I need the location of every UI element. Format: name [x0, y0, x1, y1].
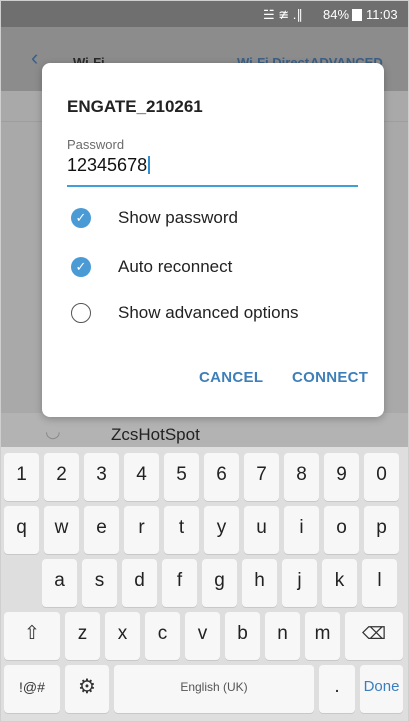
wifi-password-dialog: ENGATE_210261 Password 12345678 ✓ Show p…	[42, 63, 384, 417]
shift-key[interactable]: ⇧	[4, 612, 60, 660]
key-q[interactable]: q	[4, 506, 39, 554]
password-underline	[67, 185, 358, 187]
password-field[interactable]: 12345678	[67, 155, 151, 176]
key-4[interactable]: 4	[124, 453, 159, 501]
phone-screen: ☱ ≇ .∥ 84% 11:03 ‹ Wi-Fi Wi-Fi Direct AD…	[0, 0, 409, 722]
key-e[interactable]: e	[84, 506, 119, 554]
key-6[interactable]: 6	[204, 453, 239, 501]
option-label: Show password	[118, 208, 239, 227]
network-name: ZcsHotSpot	[111, 425, 200, 444]
key-c[interactable]: c	[145, 612, 180, 660]
key-9[interactable]: 9	[324, 453, 359, 501]
checkbox-unchecked-icon[interactable]	[71, 303, 91, 323]
key-5[interactable]: 5	[164, 453, 199, 501]
dialog-title: ENGATE_210261	[67, 97, 203, 116]
key-f[interactable]: f	[162, 559, 197, 607]
dialog-actions: CANCEL CONNECT	[42, 369, 384, 393]
key-1[interactable]: 1	[4, 453, 39, 501]
key-0[interactable]: 0	[364, 453, 399, 501]
option-label: Show advanced options	[118, 303, 299, 322]
key-g[interactable]: g	[202, 559, 237, 607]
key-7[interactable]: 7	[244, 453, 279, 501]
key-8[interactable]: 8	[284, 453, 319, 501]
key-r[interactable]: r	[124, 506, 159, 554]
backspace-key[interactable]: ⌫	[345, 612, 403, 660]
key-3[interactable]: 3	[84, 453, 119, 501]
space-key[interactable]: English (UK)	[114, 665, 314, 713]
key-i[interactable]: i	[284, 506, 319, 554]
keyboard-settings-icon[interactable]: ⚙	[65, 665, 109, 713]
clock: 11:03	[366, 7, 398, 22]
key-b[interactable]: b	[225, 612, 260, 660]
password-label: Password	[67, 137, 125, 152]
status-bar: ☱ ≇ .∥ 84% 11:03	[1, 1, 408, 27]
key-s[interactable]: s	[82, 559, 117, 607]
key-a[interactable]: a	[42, 559, 77, 607]
key-u[interactable]: u	[244, 506, 279, 554]
network-item[interactable]: ◡ ZcsHotSpot	[1, 413, 408, 449]
key-l[interactable]: l	[362, 559, 397, 607]
key-v[interactable]: v	[185, 612, 220, 660]
key-k[interactable]: k	[322, 559, 357, 607]
key-t[interactable]: t	[164, 506, 199, 554]
key-h[interactable]: h	[242, 559, 277, 607]
battery-icon	[352, 9, 362, 21]
key-2[interactable]: 2	[44, 453, 79, 501]
key-y[interactable]: y	[204, 506, 239, 554]
checkbox-checked-icon[interactable]: ✓	[71, 257, 91, 277]
cancel-button[interactable]: CANCEL	[199, 369, 263, 386]
checkbox-checked-icon[interactable]: ✓	[71, 208, 91, 228]
key-d[interactable]: d	[122, 559, 157, 607]
wifi-signal-icon: ◡	[45, 421, 61, 441]
option-label: Auto reconnect	[118, 257, 233, 276]
key-m[interactable]: m	[305, 612, 340, 660]
signal-icons: ☱ ≇ .∥	[263, 7, 303, 22]
back-arrow-icon[interactable]: ‹	[31, 45, 38, 71]
connect-button[interactable]: CONNECT	[292, 369, 368, 386]
key-j[interactable]: j	[282, 559, 317, 607]
period-key[interactable]: .	[319, 665, 355, 713]
password-value: 12345678	[67, 155, 148, 175]
text-cursor	[148, 156, 151, 174]
key-x[interactable]: x	[105, 612, 140, 660]
key-p[interactable]: p	[364, 506, 399, 554]
battery-level: 84%	[323, 7, 350, 22]
auto-reconnect-option[interactable]: ✓ Auto reconnect	[67, 255, 367, 285]
symbols-key[interactable]: !@#	[4, 665, 60, 713]
on-screen-keyboard: 1 2 3 4 5 6 7 8 9 0 q w e r t y u i o p …	[1, 447, 408, 721]
show-password-option[interactable]: ✓ Show password	[67, 206, 367, 236]
key-w[interactable]: w	[44, 506, 79, 554]
show-advanced-options-option[interactable]: Show advanced options	[67, 301, 367, 331]
done-key[interactable]: Done	[360, 665, 403, 713]
key-z[interactable]: z	[65, 612, 100, 660]
key-o[interactable]: o	[324, 506, 359, 554]
key-n[interactable]: n	[265, 612, 300, 660]
